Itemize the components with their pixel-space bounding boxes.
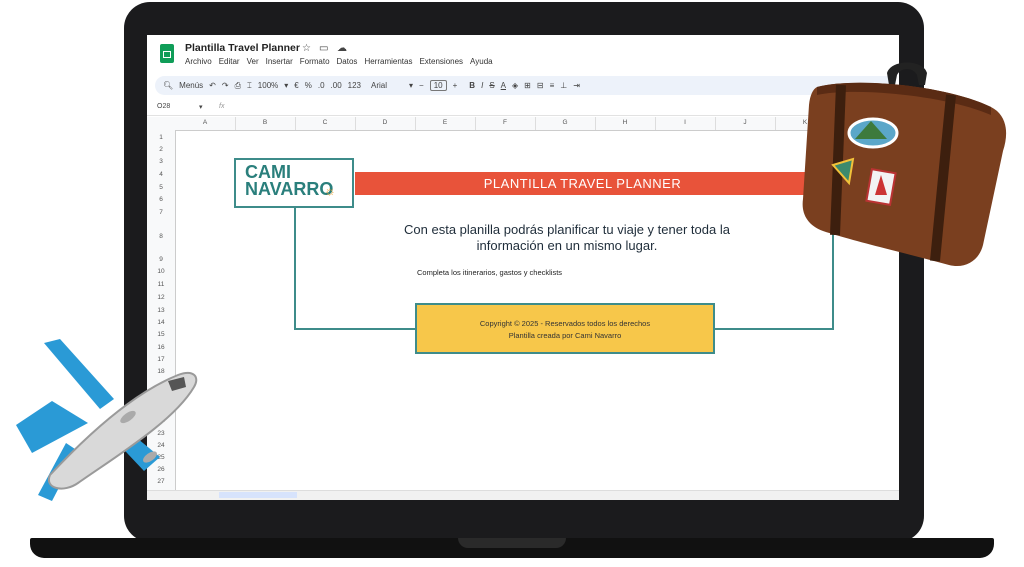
menu-ver[interactable]: Ver [247, 57, 259, 66]
intro-text: Con esta planilla podrás planificar tu v… [352, 222, 782, 254]
cloud-icon[interactable]: ☁ [337, 43, 347, 54]
row-header-9[interactable]: 9 [147, 256, 175, 263]
menu-editar[interactable]: Editar [219, 57, 240, 66]
instructions-text: Completa los itinerarios, gastos y check… [417, 268, 563, 277]
menu-insertar[interactable]: Insertar [266, 57, 293, 66]
align-icon[interactable]: ≡ [550, 81, 555, 90]
fill-color-icon[interactable]: ◈ [512, 81, 518, 90]
menu-formato[interactable]: Formato [300, 57, 330, 66]
row-header-5[interactable]: 5 [147, 184, 175, 191]
number-format-button[interactable]: 123 [348, 81, 361, 90]
formula-bar: O28 ▾ fx [147, 101, 899, 116]
chevron-down-icon[interactable]: ▾ [199, 103, 203, 111]
font-select[interactable]: Arial [371, 81, 387, 90]
row-header-2[interactable]: 2 [147, 146, 175, 153]
column-header-j[interactable]: J [715, 119, 775, 126]
brand-line-2: NAVARRO [245, 179, 334, 199]
paint-format-icon[interactable]: ⌶ [247, 81, 252, 91]
row-header-12[interactable]: 12 [147, 294, 175, 301]
sheets-logo-icon[interactable] [160, 44, 174, 63]
decrease-decimal-button[interactable]: .0 [318, 81, 325, 90]
suitcase-icon [802, 62, 1007, 267]
plus-icon[interactable]: + [453, 81, 458, 90]
search-icon[interactable]: 🔍︎ [163, 81, 173, 90]
intro-line-1: Con esta planilla podrás planificar tu v… [404, 222, 730, 237]
spreadsheet-screen: Plantilla Travel Planner ☆ ▭ ☁ Archivo E… [147, 35, 899, 500]
menu-extensiones[interactable]: Extensiones [419, 57, 463, 66]
italic-button[interactable]: I [481, 81, 483, 90]
column-header-c[interactable]: C [295, 119, 355, 126]
column-header-b[interactable]: B [235, 119, 295, 126]
column-header-d[interactable]: D [355, 119, 415, 126]
borders-icon[interactable]: ⊞ [524, 81, 531, 90]
column-header-i[interactable]: I [655, 119, 715, 126]
column-header-f[interactable]: F [475, 119, 535, 126]
toolbar: 🔍︎ Menús ↶ ↷ ⎙ ⌶ 100% ▾ € % .0 .00 123 A… [155, 76, 895, 95]
copyright-line-2: Plantilla creada por Cami Navarro [508, 331, 622, 340]
zoom-select[interactable]: 100% [258, 81, 278, 90]
search-menus[interactable]: Menús [179, 81, 203, 90]
lightbulb-icon: ☼ [324, 183, 336, 198]
folder-icon[interactable]: ▭ [319, 43, 328, 54]
currency-button[interactable]: € [294, 81, 298, 90]
column-header-e[interactable]: E [415, 119, 475, 126]
chevron-down-icon[interactable]: ▾ [284, 81, 288, 90]
copyright-box: Copyright © 2025 - Reservados todos los … [415, 303, 715, 354]
row-header-11[interactable]: 11 [147, 281, 175, 288]
column-header-h[interactable]: H [595, 119, 655, 126]
column-header-g[interactable]: G [535, 119, 595, 126]
print-icon[interactable]: ⎙ [235, 81, 241, 91]
fx-icon: fx [219, 103, 225, 110]
copyright-line-1: Copyright © 2025 - Reservados todos los … [479, 319, 651, 328]
airplane-icon [16, 339, 198, 501]
chevron-down-icon[interactable]: ▾ [409, 81, 413, 90]
menu-archivo[interactable]: Archivo [185, 57, 212, 66]
undo-icon[interactable]: ↶ [209, 81, 216, 90]
row-header-8[interactable]: 8 [147, 233, 175, 240]
strikethrough-button[interactable]: S [489, 81, 494, 90]
row-header-3[interactable]: 3 [147, 158, 175, 165]
laptop-notch [458, 538, 566, 548]
column-header: A B C D E F G H I J K [147, 117, 899, 131]
percent-button[interactable]: % [305, 81, 312, 90]
row-header-1[interactable]: 1 [147, 134, 175, 141]
row-header-13[interactable]: 13 [147, 307, 175, 314]
intro-line-2: información en un mismo lugar. [476, 238, 658, 253]
bold-button[interactable]: B [469, 81, 475, 90]
title-banner: PLANTILLA TRAVEL PLANNER [355, 172, 810, 195]
redo-icon[interactable]: ↷ [222, 81, 229, 90]
brand-logo: CAMI NAVARRO ☼ [234, 158, 354, 208]
font-size-input[interactable]: 10 [429, 80, 447, 91]
star-icon[interactable]: ☆ [302, 43, 311, 54]
menu-ayuda[interactable]: Ayuda [470, 57, 493, 66]
document-title[interactable]: Plantilla Travel Planner [185, 42, 300, 54]
text-color-button[interactable]: A [501, 81, 506, 90]
minus-icon[interactable]: − [419, 81, 424, 90]
increase-decimal-button[interactable]: .00 [331, 81, 342, 90]
valign-icon[interactable]: ⊥ [560, 81, 567, 90]
menu-datos[interactable]: Datos [337, 57, 358, 66]
row-header-4[interactable]: 4 [147, 171, 175, 178]
sheet-tab[interactable] [219, 492, 297, 498]
row-header-6[interactable]: 6 [147, 196, 175, 203]
wrap-icon[interactable]: ⇥ [573, 81, 580, 90]
row-header-7[interactable]: 7 [147, 209, 175, 216]
row-header-10[interactable]: 10 [147, 268, 175, 275]
merge-icon[interactable]: ⊟ [537, 81, 544, 90]
menu-herramientas[interactable]: Herramientas [364, 57, 412, 66]
cell-reference[interactable]: O28 [157, 103, 170, 110]
menu-bar: Archivo Editar Ver Insertar Formato Dato… [185, 57, 493, 66]
column-header-a[interactable]: A [175, 119, 235, 126]
